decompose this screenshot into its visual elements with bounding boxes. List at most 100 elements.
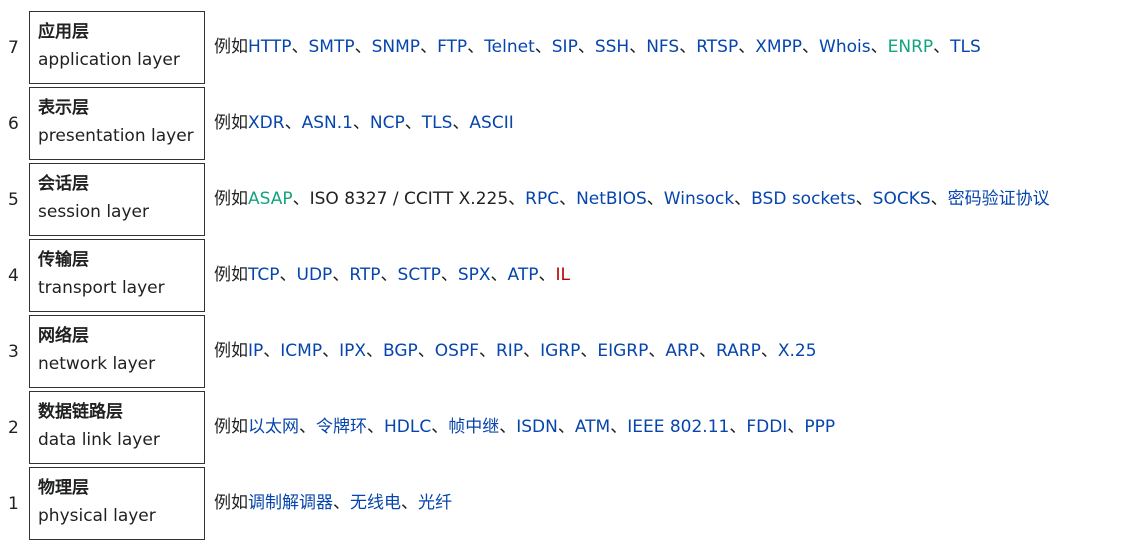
layer-name-cell: 会话层 session layer <box>29 163 205 236</box>
protocol-link[interactable]: BSD sockets <box>751 189 855 209</box>
example-text: 、 <box>855 189 873 209</box>
protocol-link[interactable]: 光纤 <box>418 493 452 513</box>
protocol-link[interactable]: HTTP <box>248 37 292 57</box>
example-text: 、 <box>648 341 666 361</box>
protocol-link[interactable]: Winsock <box>664 189 734 209</box>
example-text: 例如 <box>214 493 248 513</box>
protocol-link[interactable]: IP <box>248 341 263 361</box>
protocol-link[interactable]: ICMP <box>280 341 322 361</box>
protocol-link[interactable]: TCP <box>248 265 280 285</box>
protocol-link[interactable]: 帧中继 <box>448 417 499 437</box>
example-text: 、 <box>802 37 820 57</box>
example-text: 、 <box>417 341 435 361</box>
example-text: 、 <box>699 341 717 361</box>
protocol-link[interactable]: SMTP <box>309 37 355 57</box>
layer-name-english: presentation layer <box>38 126 194 146</box>
example-text: 、 <box>333 493 350 513</box>
example-text: 例如 <box>214 265 248 285</box>
example-text: 、 <box>729 417 747 437</box>
layer-name-chinese: 应用层 <box>38 22 89 42</box>
layer-name-cell: 表示层 presentation layer <box>29 87 205 160</box>
protocol-link[interactable]: SOCKS <box>873 189 931 209</box>
protocol-link[interactable]: HDLC <box>384 417 431 437</box>
layer-number: 1 <box>8 494 19 514</box>
example-text: 、 <box>322 341 340 361</box>
protocol-link[interactable]: SCTP <box>398 265 441 285</box>
protocol-link[interactable]: Whois <box>819 37 871 57</box>
protocol-link[interactable]: UDP <box>297 265 333 285</box>
layer-number: 7 <box>8 38 19 58</box>
protocol-link[interactable]: ARP <box>665 341 699 361</box>
layer-protocol-examples: 例如以太网、令牌环、HDLC、帧中继、ISDN、ATM、IEEE 802.11、… <box>214 390 835 466</box>
layer-name-english: network layer <box>38 354 156 374</box>
example-text: 、 <box>352 113 370 133</box>
protocol-link[interactable]: 以太网 <box>248 417 299 437</box>
protocol-link[interactable]: ASCII <box>469 113 513 133</box>
example-text: 例如 <box>214 37 248 57</box>
protocol-link[interactable]: RTSP <box>696 37 738 57</box>
protocol-link[interactable]: ASAP <box>248 189 293 209</box>
protocol-link[interactable]: OSPF <box>435 341 479 361</box>
example-text: 、 <box>440 265 458 285</box>
example-text: 、 <box>610 417 628 437</box>
protocol-link[interactable]: TLS <box>950 37 981 57</box>
protocol-link[interactable]: BGP <box>383 341 418 361</box>
protocol-link[interactable]: 无线电 <box>350 493 401 513</box>
example-text: 、 <box>431 417 449 437</box>
protocol-link[interactable]: RARP <box>716 341 761 361</box>
protocol-link[interactable]: IGRP <box>540 341 580 361</box>
example-text: 、 <box>452 113 470 133</box>
protocol-link[interactable]: SSH <box>595 37 629 57</box>
protocol-link[interactable]: ATP <box>508 265 539 285</box>
example-text: 、 <box>354 37 372 57</box>
protocol-link[interactable]: SIP <box>552 37 578 57</box>
layer-name-cell: 应用层 application layer <box>29 11 205 84</box>
layer-number: 4 <box>8 266 19 286</box>
layer-row: 2 数据链路层 data link layer 例如以太网、令牌环、HDLC、帧中继、… <box>0 390 1128 466</box>
layer-row: 5 会话层 session layer 例如ASAP、ISO 8327 / CCITT… <box>0 162 1128 238</box>
layer-number: 5 <box>8 190 19 210</box>
example-text: 、 <box>367 417 384 437</box>
protocol-link[interactable]: ATM <box>575 417 610 437</box>
layer-row: 6 表示层 presentation layer 例如XDR、ASN.1、NCP、TL… <box>0 86 1128 162</box>
layer-row: 4 传输层 transport layer 例如TCP、UDP、RTP、SCTP、SP… <box>0 238 1128 314</box>
protocol-link[interactable]: PPP <box>804 417 835 437</box>
protocol-link[interactable]: XMPP <box>755 37 802 57</box>
protocol-link[interactable]: Telnet <box>484 37 535 57</box>
protocol-link[interactable]: ENRP <box>888 37 934 57</box>
protocol-link[interactable]: IL <box>555 265 570 285</box>
layer-row: 3 网络层 network layer 例如IP、ICMP、IPX、BGP、OSPF、… <box>0 314 1128 390</box>
protocol-link[interactable]: 令牌环 <box>316 417 367 437</box>
protocol-link[interactable]: RPC <box>525 189 559 209</box>
protocol-link[interactable]: NFS <box>646 37 679 57</box>
protocol-link[interactable]: XDR <box>248 113 285 133</box>
protocol-link[interactable]: ISDN <box>516 417 558 437</box>
protocol-link[interactable]: 调制解调器 <box>248 493 333 513</box>
layer-protocol-examples: 例如TCP、UDP、RTP、SCTP、SPX、ATP、IL <box>214 238 570 314</box>
layer-name-english: transport layer <box>38 278 165 298</box>
protocol-link[interactable]: TLS <box>422 113 453 133</box>
protocol-link[interactable]: NCP <box>370 113 405 133</box>
protocol-link[interactable]: X.25 <box>778 341 817 361</box>
protocol-link[interactable]: IEEE 802.11 <box>627 417 729 437</box>
protocol-link[interactable]: EIGRP <box>597 341 648 361</box>
protocol-link[interactable]: ASN.1 <box>302 113 353 133</box>
protocol-link[interactable]: FDDI <box>746 417 787 437</box>
protocol-link[interactable]: 密码验证协议 <box>948 189 1050 209</box>
layer-name-chinese: 表示层 <box>38 98 89 118</box>
protocol-link[interactable]: NetBIOS <box>576 189 647 209</box>
protocol-link[interactable]: SPX <box>458 265 491 285</box>
example-text: 、 <box>401 493 418 513</box>
example-text: 、 <box>930 189 948 209</box>
layer-name-chinese: 会话层 <box>38 174 89 194</box>
protocol-link[interactable]: RTP <box>349 265 380 285</box>
protocol-link[interactable]: IPX <box>339 341 366 361</box>
example-text: 、 <box>538 265 556 285</box>
protocol-link[interactable]: RIP <box>496 341 523 361</box>
example-text: 、 <box>933 37 951 57</box>
example-text: 、 <box>557 417 575 437</box>
protocol-link[interactable]: FTP <box>437 37 467 57</box>
example-text: 、ISO 8327 / CCITT X.225、 <box>292 189 526 209</box>
example-text: 、 <box>629 37 647 57</box>
protocol-link[interactable]: SNMP <box>372 37 420 57</box>
